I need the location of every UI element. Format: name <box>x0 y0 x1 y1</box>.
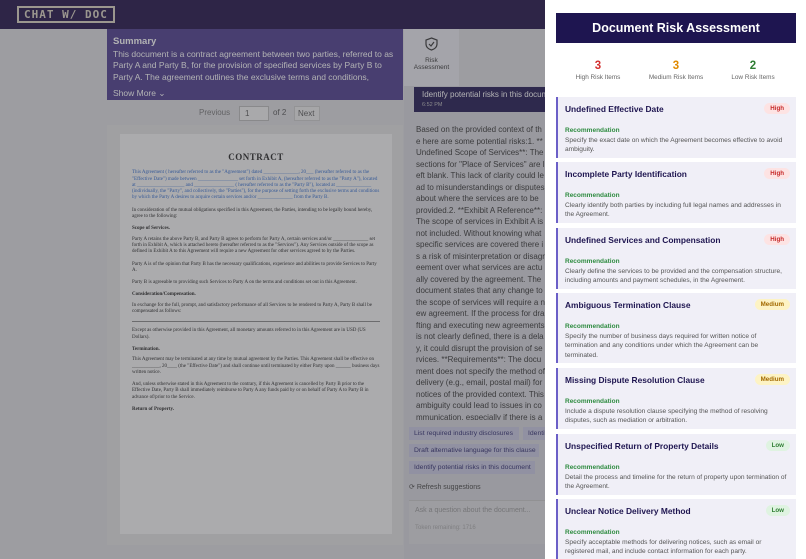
recommendation-text: Clearly define the services to be provid… <box>565 268 782 285</box>
recommendation-text: Include a dispute resolution clause spec… <box>565 408 768 425</box>
risk-item-title: Unspecified Return of Property Details <box>565 441 719 451</box>
risk-item-card[interactable]: Ambiguous Termination Clause Medium Reco… <box>556 293 796 363</box>
risk-item-title: Unclear Notice Delivery Method <box>565 506 691 516</box>
recommendation-label: Recommendation <box>565 464 620 471</box>
risk-level-badge: Low <box>765 440 790 451</box>
recommendation-text: Specify the number of business days requ… <box>565 333 759 359</box>
recommendation-text: Clearly identify both parties by includi… <box>565 202 781 219</box>
stat-label: Medium Risk Items <box>648 74 704 81</box>
medium-risk-stat: 3 Medium Risk Items <box>641 60 711 81</box>
stat-count: 2 <box>749 60 757 72</box>
risk-level-badge: High <box>764 103 790 114</box>
recommendation-label: Recommendation <box>565 192 620 199</box>
risk-item-card[interactable]: Undefined Effective Date High Recommenda… <box>556 97 796 158</box>
recommendation-label: Recommendation <box>565 258 620 265</box>
high-risk-stat: 3 High Risk Items <box>563 60 633 81</box>
recommendation-label: Recommendation <box>565 127 620 134</box>
stat-count: 3 <box>672 60 680 72</box>
risk-level-badge: High <box>764 168 790 179</box>
risk-level-badge: Low <box>765 505 790 516</box>
risk-level-badge: Medium <box>754 374 790 385</box>
recommendation-label: Recommendation <box>565 398 620 405</box>
low-risk-stat: 2 Low Risk Items <box>718 60 788 81</box>
risk-item-card[interactable]: Unspecified Return of Property Details L… <box>556 434 796 495</box>
recommendation-text: Specify the exact date on which the Agre… <box>565 137 783 154</box>
stat-label: High Risk Items <box>575 74 621 81</box>
risk-item-title: Undefined Services and Compensation <box>565 235 721 245</box>
risk-item-card[interactable]: Unclear Notice Delivery Method Low Recom… <box>556 499 796 559</box>
risk-item-title: Incomplete Party Identification <box>565 169 687 179</box>
risk-level-badge: High <box>764 234 790 245</box>
recommendation-label: Recommendation <box>565 529 620 536</box>
recommendation-label: Recommendation <box>565 323 620 330</box>
recommendation-text: Detail the process and timeline for the … <box>565 474 787 491</box>
stat-count: 3 <box>594 60 602 72</box>
risk-item-card[interactable]: Missing Dispute Resolution Clause Medium… <box>556 368 796 429</box>
risk-assessment-panel: Document Risk Assessment 3 High Risk Ite… <box>545 0 806 559</box>
risk-item-title: Undefined Effective Date <box>565 104 664 114</box>
risk-item-card[interactable]: Incomplete Party Identification High Rec… <box>556 162 796 223</box>
recommendation-text: Specify acceptable methods for deliverin… <box>565 539 762 556</box>
risk-level-badge: Medium <box>754 299 790 310</box>
risk-item-card[interactable]: Undefined Services and Compensation High… <box>556 228 796 289</box>
risk-panel-title: Document Risk Assessment <box>556 13 796 43</box>
stat-label: Low Risk Items <box>731 74 775 81</box>
